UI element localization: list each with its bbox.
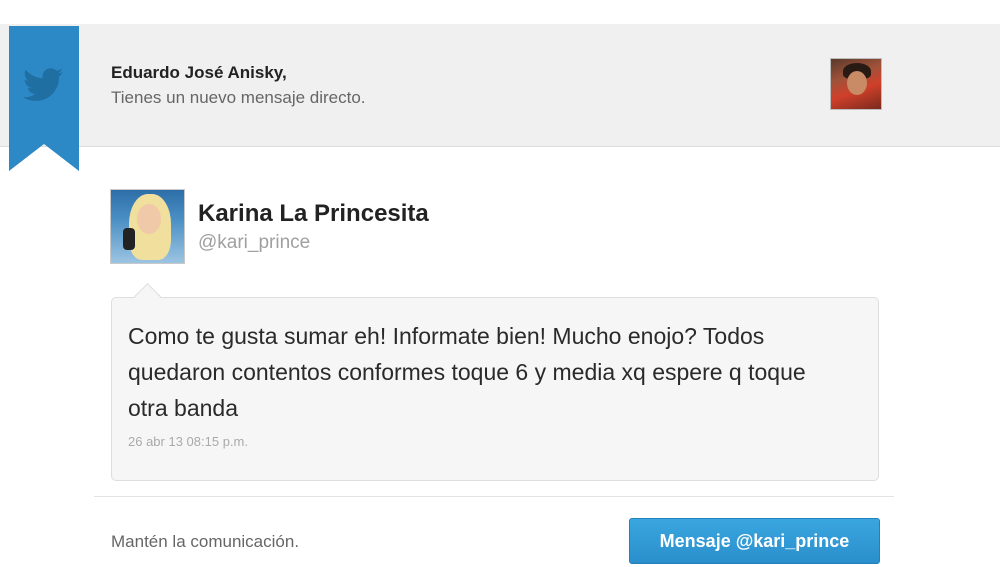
message-timestamp: 26 abr 13 08:15 p.m. — [128, 434, 248, 449]
twitter-ribbon — [9, 26, 79, 171]
recipient-avatar[interactable] — [830, 58, 882, 110]
sender-avatar[interactable] — [110, 189, 185, 264]
footer-prompt: Mantén la comunicación. — [111, 532, 300, 551]
divider — [94, 496, 894, 497]
sender-handle[interactable]: @kari_prince — [198, 232, 310, 254]
recipient-name: Eduardo José Anisky, — [111, 63, 287, 82]
message-text: Como te gusta sumar eh! Informate bien! … — [128, 323, 806, 421]
sender-name[interactable]: Karina La Princesita — [198, 200, 429, 228]
notification-subtitle: Tienes un nuevo mensaje directo. — [111, 88, 366, 107]
reply-message-button[interactable]: Mensaje @kari_prince — [629, 518, 880, 564]
